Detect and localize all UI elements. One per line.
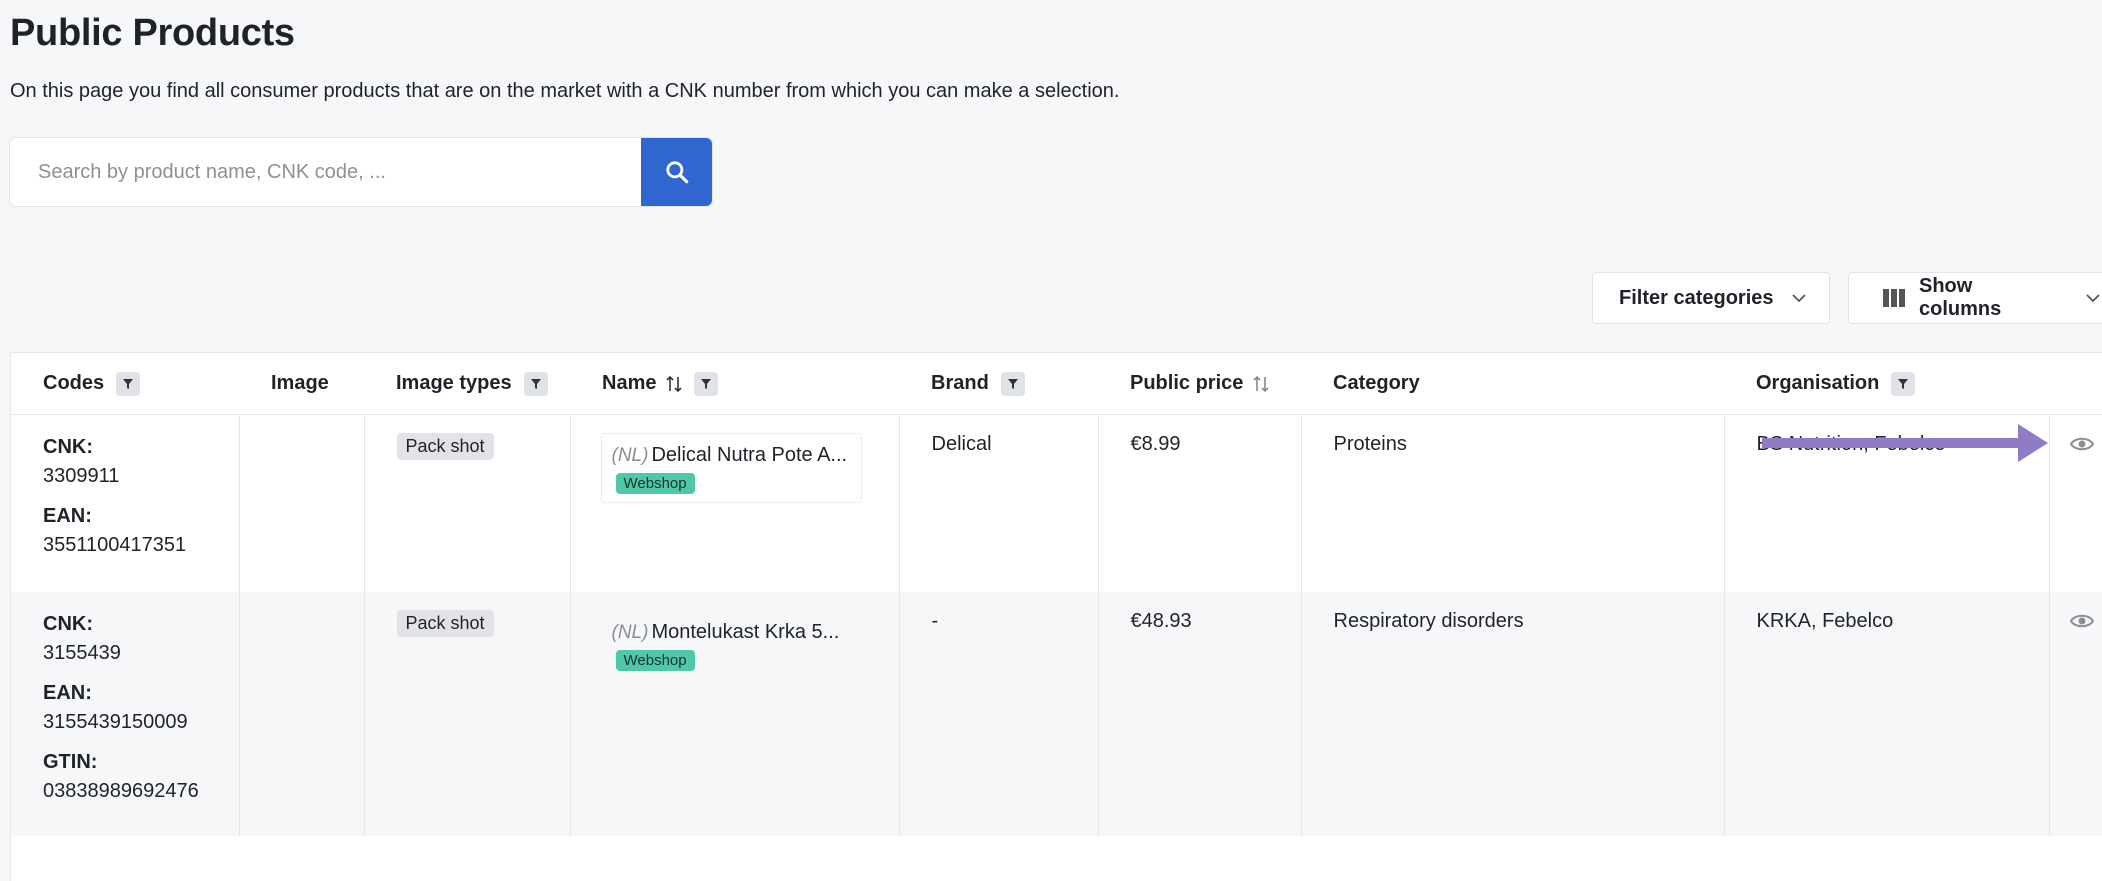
cell-name: (NL) Delical Nutra Pote A... Webshop bbox=[570, 414, 900, 592]
products-table: Codes Image Image types Name Brand Publi… bbox=[10, 352, 2102, 881]
show-columns-label: Show columns bbox=[1919, 275, 2002, 320]
filter-icon[interactable] bbox=[1891, 371, 1916, 396]
filter-icon[interactable] bbox=[523, 371, 548, 396]
cell-category: Respiratory disorders bbox=[1301, 592, 1725, 836]
filter-icon[interactable] bbox=[1000, 371, 1025, 396]
cell-brand: - bbox=[899, 592, 1099, 836]
column-label: Image types bbox=[396, 372, 512, 394]
page-title: Public Products bbox=[10, 12, 295, 54]
sort-icon[interactable] bbox=[666, 375, 683, 393]
cell-price: €48.93 bbox=[1098, 592, 1302, 836]
cnk-value: 3309911 bbox=[43, 465, 120, 487]
table-row[interactable]: CNK: 3309911 EAN: 3551100417351 Pack sho… bbox=[11, 414, 2102, 592]
sort-icon[interactable] bbox=[1253, 375, 1269, 393]
columns-icon bbox=[1883, 289, 1905, 307]
column-header-actions bbox=[2049, 353, 2102, 415]
cell-organisation: BS Nutrition, Febelco bbox=[1724, 414, 2050, 592]
column-label: Name bbox=[602, 372, 657, 394]
table-row[interactable]: CNK: 3155439 EAN: 3155439150009 GTIN: 03… bbox=[11, 592, 2102, 836]
image-type-tag: Pack shot bbox=[396, 610, 494, 637]
webshop-badge: Webshop bbox=[615, 473, 695, 494]
column-label: Public price bbox=[1130, 372, 1244, 394]
search-input[interactable] bbox=[10, 138, 641, 206]
column-header-codes: Codes bbox=[11, 353, 239, 415]
cell-image-types: Pack shot bbox=[364, 592, 571, 836]
language-tag: (NL) bbox=[611, 445, 649, 466]
cell-price: €8.99 bbox=[1098, 414, 1302, 592]
product-name: Delical Nutra Pote A... bbox=[651, 444, 848, 466]
chevron-down-icon bbox=[2084, 289, 2102, 307]
eye-icon[interactable] bbox=[2069, 612, 2094, 630]
ean-value: 3155439150009 bbox=[43, 711, 188, 733]
ean-label: EAN: bbox=[43, 682, 92, 704]
ean-label: EAN: bbox=[43, 505, 92, 527]
ean-value: 3551100417351 bbox=[43, 534, 187, 556]
filter-icon[interactable] bbox=[694, 371, 719, 396]
chevron-down-icon bbox=[1790, 289, 1808, 307]
language-tag: (NL) bbox=[611, 622, 649, 643]
column-label: Image bbox=[271, 372, 329, 394]
product-name-card[interactable]: (NL) Delical Nutra Pote A... Webshop bbox=[600, 433, 863, 503]
column-header-image-types: Image types bbox=[364, 353, 570, 415]
column-label: Codes bbox=[43, 372, 105, 394]
column-label: Organisation bbox=[1756, 372, 1880, 394]
column-header-brand: Brand bbox=[899, 353, 1098, 415]
filter-icon[interactable] bbox=[116, 371, 141, 396]
table-header-row: Codes Image Image types Name Brand Publi… bbox=[11, 353, 2102, 415]
webshop-badge: Webshop bbox=[615, 650, 695, 671]
eye-icon[interactable] bbox=[2069, 435, 2094, 453]
column-header-public-price: Public price bbox=[1098, 353, 1301, 415]
cnk-label: CNK: bbox=[43, 613, 93, 635]
cell-brand: Delical bbox=[899, 414, 1099, 592]
search-bar bbox=[10, 138, 712, 206]
search-button[interactable] bbox=[641, 138, 712, 206]
cell-organisation: KRKA, Febelco bbox=[1724, 592, 2050, 836]
cell-name: (NL) Montelukast Krka 5... Webshop bbox=[570, 592, 900, 836]
column-label: Brand bbox=[931, 372, 989, 394]
column-header-name: Name bbox=[570, 353, 899, 415]
cell-image-types: Pack shot bbox=[364, 414, 571, 592]
product-name: Montelukast Krka 5... bbox=[651, 621, 840, 643]
image-type-tag: Pack shot bbox=[396, 433, 494, 460]
cell-category: Proteins bbox=[1301, 414, 1725, 592]
cell-codes: CNK: 3309911 EAN: 3551100417351 bbox=[11, 414, 240, 592]
filter-categories-label: Filter categories bbox=[1619, 286, 1774, 309]
page-description: On this page you find all consumer produ… bbox=[10, 80, 1120, 102]
cnk-value: 3155439 bbox=[43, 642, 121, 664]
cell-actions bbox=[2049, 414, 2102, 592]
gtin-label: GTIN: bbox=[43, 751, 98, 773]
column-header-category: Category bbox=[1301, 353, 1724, 415]
cell-codes: CNK: 3155439 EAN: 3155439150009 GTIN: 03… bbox=[11, 592, 240, 836]
search-icon bbox=[665, 161, 688, 184]
gtin-value: 03838989692476 bbox=[43, 780, 199, 802]
show-columns-button[interactable]: Show columns bbox=[1848, 272, 2102, 324]
column-label: Category bbox=[1333, 372, 1420, 394]
column-header-organisation: Organisation bbox=[1724, 353, 2049, 415]
product-name-card[interactable]: (NL) Montelukast Krka 5... Webshop bbox=[601, 610, 855, 680]
cell-actions bbox=[2049, 592, 2102, 836]
column-header-image: Image bbox=[239, 353, 364, 415]
cell-image bbox=[239, 592, 365, 836]
filter-categories-button[interactable]: Filter categories bbox=[1592, 272, 1830, 324]
cnk-label: CNK: bbox=[43, 436, 93, 458]
cell-image bbox=[239, 414, 365, 592]
